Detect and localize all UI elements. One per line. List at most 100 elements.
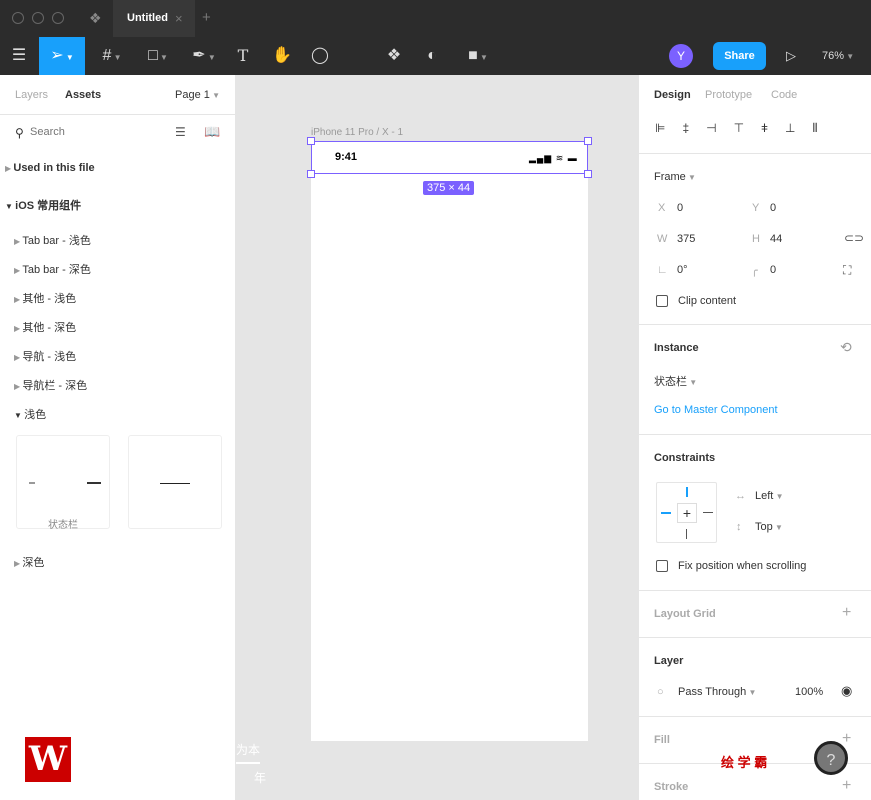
constraint-left[interactable]: [661, 512, 671, 514]
section-label: iOS 常用组件: [15, 200, 82, 212]
figma-logo-icon[interactable]: ❖: [89, 10, 102, 27]
components-icon[interactable]: ❖: [380, 37, 408, 75]
constraint-bottom[interactable]: [686, 529, 687, 539]
list-view-icon[interactable]: ☰: [175, 125, 186, 139]
tab-design[interactable]: Design: [654, 89, 691, 101]
comment-tool-button[interactable]: ◯: [306, 37, 334, 75]
width-input[interactable]: 375: [677, 233, 695, 245]
horizontal-constraint-dropdown[interactable]: Left ▼: [755, 490, 784, 502]
reset-instance-icon[interactable]: ⟲: [840, 339, 852, 356]
frame-name-label[interactable]: iPhone 11 Pro / X - 1: [311, 127, 403, 138]
close-window-button[interactable]: [12, 12, 24, 24]
maximize-window-button[interactable]: [52, 12, 64, 24]
present-play-icon[interactable]: ▷: [780, 37, 802, 75]
search-input[interactable]: [30, 126, 160, 138]
add-stroke-icon[interactable]: +: [842, 777, 851, 795]
vertical-constraint-dropdown[interactable]: Top ▼: [755, 521, 783, 533]
resize-handle[interactable]: [584, 170, 592, 178]
group-light[interactable]: ▼ 浅色: [14, 406, 46, 422]
mask-icon[interactable]: ◐: [418, 37, 446, 75]
canvas[interactable]: iPhone 11 Pro / X - 1 9:41 ▂▄▆ ≋ ▬ 375 ×…: [236, 75, 638, 800]
horizontal-arrows-icon: ↔: [735, 490, 746, 502]
asset-thumbnail[interactable]: [128, 435, 222, 529]
vertical-arrows-icon: ↕: [736, 521, 742, 533]
constrain-proportions-icon[interactable]: ⊂⊃: [844, 231, 864, 245]
pen-tool-button[interactable]: ✒ ▼: [184, 37, 224, 75]
add-layout-grid-icon[interactable]: +: [842, 604, 851, 622]
tab-layers[interactable]: Layers: [15, 89, 48, 101]
resize-handle[interactable]: [307, 170, 315, 178]
frame-tool-button[interactable]: # ▼: [92, 37, 132, 75]
title-bar: ❖ Untitled × +: [0, 0, 871, 37]
constraints-widget[interactable]: +: [656, 482, 717, 543]
height-input[interactable]: 44: [770, 233, 782, 245]
tab-title: Untitled: [127, 12, 168, 24]
share-button[interactable]: Share: [713, 42, 766, 70]
independent-corners-icon[interactable]: ⛶: [843, 263, 851, 278]
opacity-input[interactable]: 100%: [795, 686, 823, 698]
tab-assets[interactable]: Assets: [65, 89, 101, 101]
zoom-dropdown[interactable]: 76% ▼: [822, 50, 854, 62]
watermark-logo: W: [25, 737, 71, 782]
component-dropdown[interactable]: 状态栏 ▼: [654, 373, 697, 389]
tab-code[interactable]: Code: [771, 89, 797, 101]
list-item[interactable]: ▶ 其他 - 浅色: [14, 290, 76, 306]
hand-tool-button[interactable]: ✋: [268, 37, 296, 75]
clip-content-checkbox[interactable]: [656, 295, 668, 307]
move-tool-button[interactable]: ➢ ▼: [39, 37, 85, 75]
visibility-eye-icon[interactable]: ◉: [841, 683, 852, 699]
status-time: 9:41: [335, 151, 358, 163]
status-bar-instance[interactable]: 9:41 ▂▄▆ ≋ ▬: [311, 141, 588, 174]
list-item[interactable]: ▶ 其他 - 深色: [14, 319, 76, 335]
stroke-heading: Stroke: [654, 781, 689, 793]
constraint-top[interactable]: [686, 487, 688, 497]
fix-position-checkbox[interactable]: [656, 560, 668, 572]
minimize-window-button[interactable]: [32, 12, 44, 24]
blend-mode-dropdown[interactable]: Pass Through ▼: [678, 686, 756, 698]
frame-preset-dropdown[interactable]: Frame ▼: [654, 171, 696, 183]
iphone-frame[interactable]: [311, 141, 588, 741]
h-constraint-value: Left: [755, 490, 774, 502]
radius-input[interactable]: 0: [770, 264, 776, 276]
page-dropdown[interactable]: Page 1 ▼: [175, 89, 220, 101]
list-item[interactable]: ▶ 导航栏 - 深色: [14, 377, 87, 393]
constraint-center[interactable]: +: [677, 503, 697, 523]
item-label: 其他 - 深色: [22, 322, 77, 334]
w-label: W: [657, 233, 668, 245]
boolean-icon[interactable]: ■ ▼: [460, 37, 496, 75]
resize-handle[interactable]: [307, 137, 315, 145]
menu-icon[interactable]: ☰: [0, 37, 38, 75]
close-tab-icon[interactable]: ×: [175, 0, 183, 37]
constraint-right[interactable]: [703, 512, 713, 513]
search-icon: ⚲: [15, 126, 24, 140]
text-tool-button[interactable]: T: [230, 37, 256, 75]
go-to-master-link[interactable]: Go to Master Component: [654, 404, 778, 416]
group-dark[interactable]: ▶ 深色: [14, 554, 44, 570]
watermark-text: 为本: [236, 741, 261, 764]
tab-untitled[interactable]: Untitled ×: [113, 0, 195, 37]
list-item[interactable]: ▶ Tab bar - 浅色: [14, 232, 91, 248]
y-input[interactable]: 0: [770, 202, 776, 214]
x-label: X: [658, 202, 666, 214]
section-ios-library[interactable]: ▼ iOS 常用组件: [5, 197, 81, 213]
add-fill-icon[interactable]: +: [842, 730, 851, 748]
list-item[interactable]: ▶ 导航 - 浅色: [14, 348, 76, 364]
rotation-input[interactable]: 0°: [677, 264, 688, 276]
help-button[interactable]: ?: [814, 741, 848, 775]
avatar[interactable]: Y: [669, 44, 693, 68]
new-tab-button[interactable]: +: [202, 9, 211, 26]
thumb-line: [160, 483, 190, 484]
section-used-in-file[interactable]: ▶ Used in this file: [5, 162, 95, 174]
thumb-icons: [87, 482, 101, 484]
list-item[interactable]: ▶ Tab bar - 深色: [14, 261, 91, 277]
rectangle-tool-button[interactable]: □ ▼: [138, 37, 178, 75]
item-label: 浅色: [24, 409, 47, 421]
asset-thumbnail-status-bar[interactable]: 状态栏: [16, 435, 110, 531]
x-input[interactable]: 0: [677, 202, 683, 214]
library-book-icon[interactable]: 📖: [204, 124, 220, 140]
tab-prototype[interactable]: Prototype: [705, 89, 752, 101]
y-label: Y: [752, 202, 760, 214]
align-toolbar[interactable]: ⊫‡⊣⊤ǂ⊥⫴: [655, 121, 835, 136]
fill-heading: Fill: [654, 734, 670, 746]
resize-handle[interactable]: [584, 137, 592, 145]
